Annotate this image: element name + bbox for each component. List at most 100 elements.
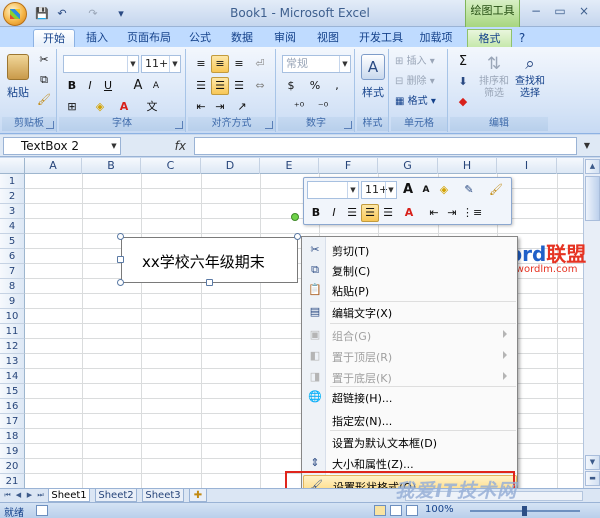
mini-grow-font-icon[interactable]: A (399, 181, 417, 199)
context-menu-item[interactable]: 📋 粘贴(P) (303, 280, 517, 300)
tab-home[interactable]: 开始 (33, 29, 75, 47)
shrink-font-button[interactable]: A (147, 77, 165, 95)
row-header[interactable]: 9 (0, 294, 25, 309)
tab-review[interactable]: 审阅 (268, 29, 302, 47)
resize-handle[interactable] (117, 279, 124, 286)
currency-button[interactable]: $ (282, 77, 300, 95)
percent-button[interactable]: % (306, 77, 324, 95)
decrease-decimal-icon[interactable]: ⁻⁰ (314, 98, 332, 116)
tab-developer[interactable]: 开发工具 (352, 29, 410, 47)
help-icon[interactable]: ? (514, 29, 530, 47)
align-center-icon[interactable]: ☰ (211, 77, 229, 95)
fill-icon[interactable]: ⬇ (454, 73, 472, 91)
font-dialog-launcher-icon[interactable] (175, 121, 183, 129)
borders-icon[interactable]: ⊞ (63, 98, 81, 116)
align-bottom-icon[interactable]: ≡ (230, 55, 248, 73)
align-top-icon[interactable]: ≡ (192, 55, 210, 73)
prev-sheet-icon[interactable]: ◀ (13, 490, 24, 501)
tab-data[interactable]: 数据 (225, 29, 259, 47)
resize-handle[interactable] (206, 279, 213, 286)
align-left-icon[interactable]: ☰ (192, 77, 210, 95)
page-break-view-icon[interactable] (406, 505, 418, 516)
zoom-slider[interactable] (470, 506, 580, 516)
row-header[interactable]: 10 (0, 309, 25, 324)
textbox-shape[interactable]: xx学校六年级期末 (121, 237, 298, 283)
row-header[interactable]: 8 (0, 279, 25, 294)
column-header[interactable]: E (260, 158, 319, 174)
formula-input[interactable] (194, 137, 577, 155)
column-header[interactable]: B (82, 158, 141, 174)
align-middle-icon[interactable]: ≡ (211, 55, 229, 73)
restore-button[interactable]: ▭ (549, 3, 571, 20)
increase-indent-icon[interactable]: ⇥ (211, 98, 229, 116)
sheet-tab[interactable]: Sheet2 (95, 489, 137, 502)
select-all-corner[interactable] (0, 158, 25, 174)
grow-font-button[interactable]: A (129, 77, 147, 95)
sheet-tab[interactable]: Sheet3 (142, 489, 184, 502)
next-sheet-icon[interactable]: ▶ (24, 490, 35, 501)
tab-page-layout[interactable]: 页面布局 (120, 29, 178, 47)
comma-button[interactable]: , (328, 77, 346, 95)
tab-view[interactable]: 视图 (311, 29, 345, 47)
vertical-scrollbar[interactable]: ▲ ▼ ▬ (583, 158, 600, 488)
format-cells-button[interactable]: ▦ 格式 ▾ (395, 93, 436, 111)
row-header[interactable]: 5 (0, 234, 25, 249)
merge-center-icon[interactable]: ⇔ (251, 77, 269, 95)
tab-formulas[interactable]: 公式 (183, 29, 217, 47)
column-header[interactable]: D (201, 158, 260, 174)
row-header[interactable]: 15 (0, 384, 25, 399)
mini-bullets-icon[interactable]: ⋮≡ (461, 204, 482, 222)
paste-button[interactable]: 粘贴 (4, 52, 32, 100)
row-header[interactable]: 7 (0, 264, 25, 279)
copy-icon[interactable]: ⧉ (35, 71, 53, 89)
fill-color-icon[interactable]: ◈ (91, 98, 109, 116)
mini-decrease-indent-icon[interactable]: ⇤ (425, 204, 443, 222)
mini-font-color-icon[interactable]: A (400, 204, 418, 222)
resize-handle[interactable] (294, 233, 301, 240)
scroll-thumb[interactable] (585, 176, 600, 221)
column-header[interactable]: A (25, 158, 82, 174)
row-header[interactable]: 4 (0, 219, 25, 234)
wrap-text-icon[interactable]: ⏎ (251, 55, 269, 73)
textbox-text[interactable]: xx学校六年级期末 (142, 251, 265, 272)
row-header[interactable]: 6 (0, 249, 25, 264)
row-header[interactable]: 21 (0, 474, 25, 488)
mini-format-painter-icon[interactable]: 🖌 (487, 181, 505, 199)
scroll-up-icon[interactable]: ▲ (585, 159, 600, 174)
font-name-combo[interactable]: ▼ (63, 55, 139, 73)
mini-bold-button[interactable]: B (307, 204, 325, 222)
row-header[interactable]: 17 (0, 414, 25, 429)
context-menu-item[interactable]: 设置为默认文本框(D) (303, 432, 517, 452)
alignment-dialog-launcher-icon[interactable] (265, 121, 273, 129)
row-header[interactable]: 19 (0, 444, 25, 459)
expand-formula-bar-icon[interactable]: ▼ (580, 139, 594, 153)
increase-decimal-icon[interactable]: ⁺⁰ (290, 98, 308, 116)
decrease-indent-icon[interactable]: ⇤ (192, 98, 210, 116)
first-sheet-icon[interactable]: ⏮ (2, 490, 13, 501)
macro-record-icon[interactable] (36, 505, 48, 516)
cut-icon[interactable]: ✂ (35, 51, 53, 69)
mini-shrink-font-icon[interactable]: A (417, 181, 435, 199)
context-menu-item[interactable]: ▤ 编辑文字(X) (303, 302, 517, 322)
close-button[interactable]: × (573, 3, 595, 20)
row-header[interactable]: 11 (0, 324, 25, 339)
tab-addins[interactable]: 加载项 (414, 29, 458, 47)
autosum-button[interactable]: Σ (454, 53, 472, 71)
row-header[interactable]: 13 (0, 354, 25, 369)
page-layout-view-icon[interactable] (390, 505, 402, 516)
mini-align-left-icon[interactable]: ☰ (343, 204, 361, 222)
name-box[interactable]: TextBox 2 ▼ (3, 137, 121, 155)
mini-align-center-icon[interactable]: ☰ (361, 204, 379, 222)
normal-view-icon[interactable] (374, 505, 386, 516)
minimize-button[interactable]: − (525, 3, 547, 20)
column-header[interactable]: I (497, 158, 557, 174)
mini-increase-indent-icon[interactable]: ⇥ (443, 204, 461, 222)
column-header[interactable]: C (141, 158, 201, 174)
clipboard-dialog-launcher-icon[interactable] (46, 121, 54, 129)
last-sheet-icon[interactable]: ⏭ (35, 490, 46, 501)
row-header[interactable]: 1 (0, 174, 25, 189)
row-header[interactable]: 16 (0, 399, 25, 414)
row-header[interactable]: 12 (0, 339, 25, 354)
delete-cells-button[interactable]: ⊟ 删除 ▾ (395, 73, 435, 91)
context-menu-item[interactable]: ⧉ 复制(C) (303, 260, 517, 280)
